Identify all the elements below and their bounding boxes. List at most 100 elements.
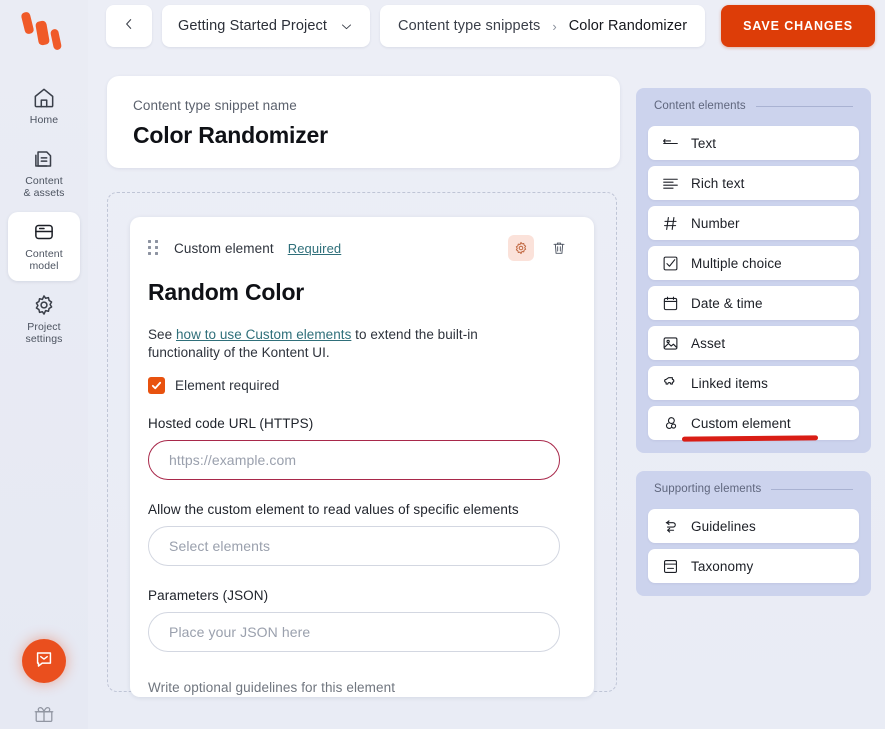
custom-element-icon (662, 415, 679, 432)
library-item-label: Date & time (691, 295, 763, 311)
library-item-guidelines[interactable]: Guidelines (648, 509, 859, 543)
element-required-link[interactable]: Required (288, 241, 342, 256)
sidebar-item-label: Home (29, 114, 59, 126)
allowed-elements-select[interactable]: Select elements (148, 526, 560, 566)
element-type-label: Custom element (174, 240, 274, 256)
puzzle-icon (662, 375, 679, 392)
sidebar-item-content-and-assets[interactable]: Content & assets (8, 139, 80, 208)
supporting-elements-group: Supporting elements Guidelines Taxonomy (636, 471, 871, 596)
sidebar-item-home[interactable]: Home (8, 78, 80, 135)
project-name: Getting Started Project (178, 18, 327, 34)
chevron-down-icon (339, 19, 354, 34)
checkbox-icon (662, 255, 679, 272)
library-item-asset[interactable]: Asset (648, 326, 859, 360)
sidebar-item-content-model[interactable]: Content model (8, 211, 80, 281)
field-parameters-json: Parameters (JSON) Place your JSON here (148, 588, 572, 652)
sidebar-item-project-settings[interactable]: Project settings (8, 285, 80, 354)
library-item-label: Linked items (691, 375, 768, 391)
check-icon (151, 380, 162, 391)
breadcrumb-separator: › (552, 18, 557, 34)
element-card-actions (508, 235, 572, 261)
custom-element-card: Custom element Required Random Color See… (130, 217, 594, 697)
library-item-date-time[interactable]: Date & time (648, 286, 859, 320)
chevron-left-icon (121, 16, 137, 37)
guidelines-icon (662, 518, 679, 535)
group-title: Supporting elements (654, 483, 762, 495)
snippet-name-value[interactable]: Color Randomizer (133, 122, 594, 149)
element-settings-button[interactable] (508, 235, 534, 261)
snippet-name-label: Content type snippet name (133, 98, 297, 113)
library-item-label: Asset (691, 335, 726, 351)
element-library-panel: Content elements Text Rich text Number M… (636, 52, 885, 729)
element-drop-zone: Custom element Required Random Color See… (107, 192, 617, 697)
library-item-rich-text[interactable]: Rich text (648, 166, 859, 200)
sidebar-item-label: Content & assets (23, 174, 65, 200)
app-root: Home Content & assets Content model Proj… (0, 0, 885, 729)
group-header: Supporting elements (648, 483, 859, 503)
drag-handle-icon[interactable] (148, 239, 160, 257)
kontent-logo[interactable] (16, 10, 72, 54)
library-item-label: Number (691, 215, 740, 231)
snippet-name-card: Content type snippet name Color Randomiz… (107, 76, 620, 168)
save-changes-button[interactable]: SAVE CHANGES (721, 5, 875, 47)
element-description: See how to use Custom elements to extend… (148, 326, 508, 362)
chat-support-button[interactable] (22, 639, 66, 683)
library-item-multiple-choice[interactable]: Multiple choice (648, 246, 859, 280)
library-item-custom-element[interactable]: Custom element (648, 406, 859, 442)
field-hosted-code-url: Hosted code URL (HTTPS) https://example.… (148, 416, 572, 480)
group-title: Content elements (654, 100, 746, 112)
content-assets-icon (31, 146, 57, 172)
element-required-checkbox-label: Element required (175, 378, 280, 393)
taxonomy-icon (662, 558, 679, 575)
element-required-checkbox-row: Element required (148, 377, 572, 394)
element-description-before: See (148, 327, 176, 342)
library-item-label: Text (691, 135, 717, 151)
library-item-text[interactable]: Text (648, 126, 859, 160)
calendar-icon (662, 295, 679, 312)
image-icon (662, 335, 679, 352)
library-item-label: Custom element (691, 415, 791, 431)
sidebar-nav: Home Content & assets Content model Proj… (0, 78, 88, 354)
sidebar: Home Content & assets Content model Proj… (0, 0, 88, 729)
field-label: Parameters (JSON) (148, 588, 269, 603)
guidelines-note[interactable]: Write optional guidelines for this eleme… (148, 680, 572, 695)
chat-bubble-icon (33, 648, 55, 675)
trash-icon (551, 240, 567, 256)
project-selector[interactable]: Getting Started Project (162, 5, 370, 47)
custom-elements-docs-link[interactable]: how to use Custom elements (176, 327, 351, 342)
field-allowed-elements: Allow the custom element to read values … (148, 502, 572, 566)
annotation-underline (681, 435, 819, 442)
element-title[interactable]: Random Color (148, 279, 572, 306)
hash-icon (662, 215, 679, 232)
content-model-icon (31, 219, 57, 245)
field-label: Hosted code URL (HTTPS) (148, 416, 314, 431)
sidebar-item-label: Content model (25, 247, 63, 273)
rich-text-icon (662, 175, 679, 192)
parameters-json-input[interactable]: Place your JSON here (148, 612, 560, 652)
gear-icon (513, 240, 529, 256)
library-item-taxonomy[interactable]: Taxonomy (648, 549, 859, 583)
element-required-checkbox[interactable] (148, 377, 165, 394)
library-item-number[interactable]: Number (648, 206, 859, 240)
library-item-label: Taxonomy (691, 558, 754, 574)
element-delete-button[interactable] (546, 235, 572, 261)
library-item-label: Multiple choice (691, 255, 782, 271)
group-header: Content elements (648, 100, 859, 120)
breadcrumb-current: Color Randomizer (568, 18, 688, 34)
back-button[interactable] (106, 5, 152, 47)
sidebar-item-label: Project settings (25, 320, 63, 346)
library-item-label: Rich text (691, 175, 745, 191)
breadcrumb: Content type snippets › Color Randomizer (380, 5, 706, 47)
element-card-header: Custom element Required (148, 235, 572, 261)
content-elements-group: Content elements Text Rich text Number M… (636, 88, 871, 453)
hosted-code-url-input[interactable]: https://example.com (148, 440, 560, 480)
breadcrumb-parent-link[interactable]: Content type snippets (398, 18, 540, 34)
library-item-linked-items[interactable]: Linked items (648, 366, 859, 400)
home-icon (31, 85, 57, 111)
divider (771, 488, 853, 490)
library-item-label: Guidelines (691, 518, 756, 534)
field-label: Allow the custom element to read values … (148, 502, 519, 517)
gift-icon[interactable] (33, 703, 55, 725)
gear-icon (31, 292, 57, 318)
text-icon (662, 135, 679, 152)
